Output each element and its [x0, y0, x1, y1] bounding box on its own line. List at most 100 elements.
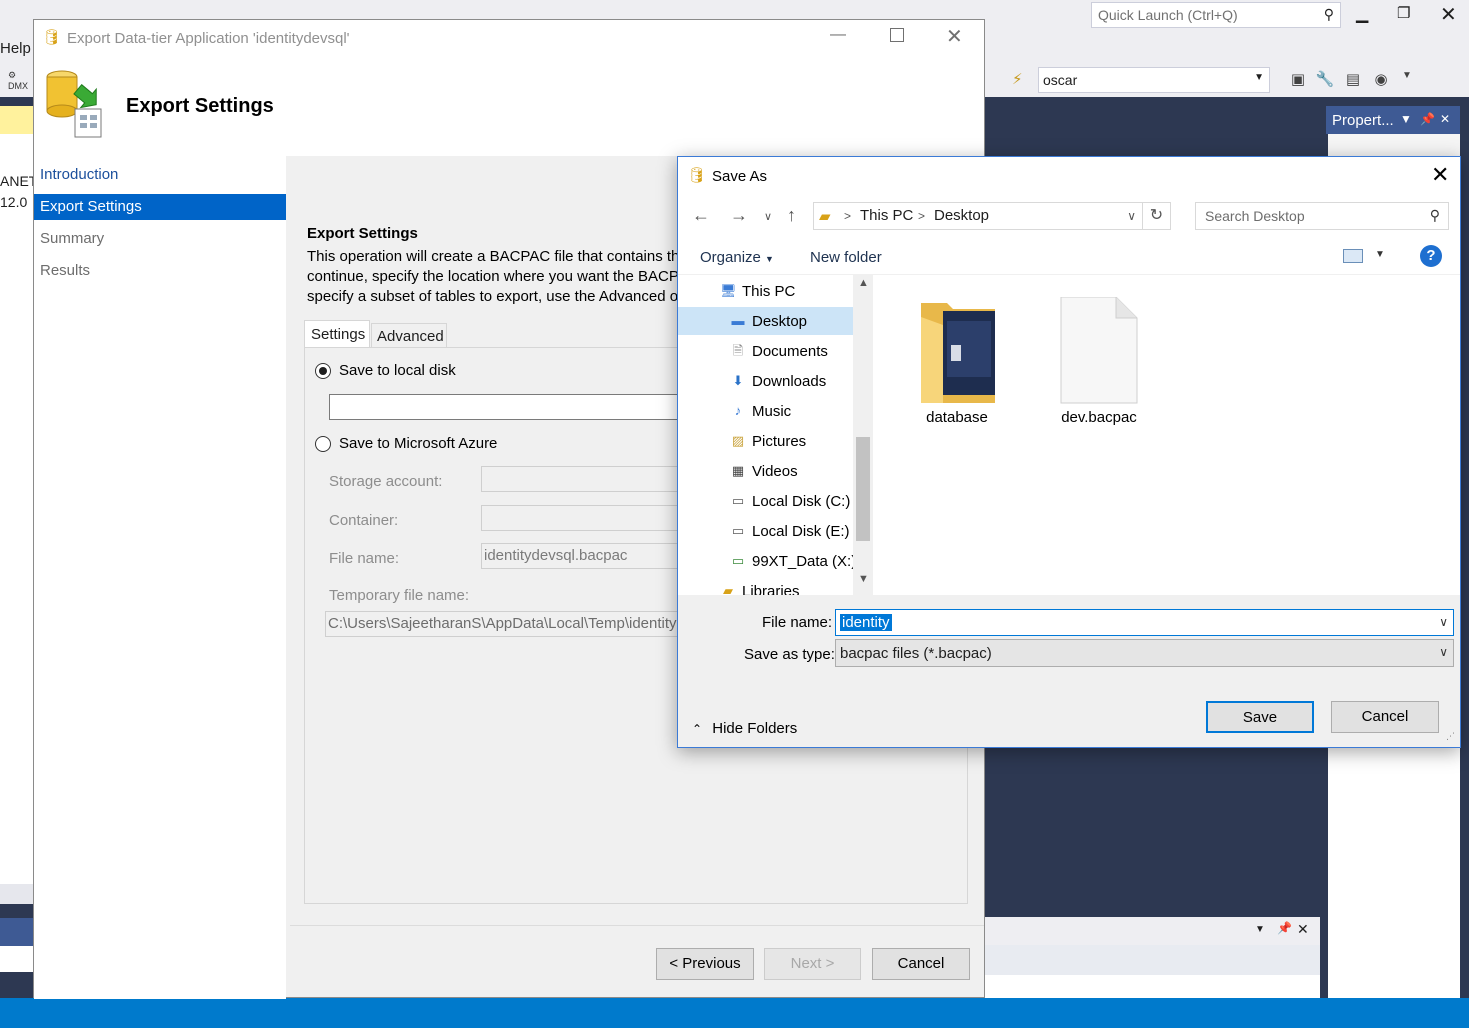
- help-icon[interactable]: ?: [1420, 245, 1442, 267]
- save-as-title-bar[interactable]: 🛢 Save As ✕: [678, 157, 1460, 197]
- scroll-up-icon[interactable]: ▲: [858, 277, 869, 289]
- search-placeholder: Search Desktop: [1205, 208, 1305, 224]
- file-item-dev-bacpac[interactable]: dev.bacpac: [1059, 296, 1139, 426]
- breadcrumb-this-pc[interactable]: This PC: [860, 207, 913, 224]
- wrench-icon[interactable]: 🔧: [1315, 70, 1335, 90]
- file-name-label: File name:: [762, 614, 833, 631]
- dmx-icon[interactable]: ⚙ DMX: [8, 70, 30, 91]
- libraries-icon: ▰: [723, 583, 733, 595]
- cancel-button[interactable]: Cancel: [872, 948, 970, 980]
- close-icon[interactable]: ✕: [1440, 112, 1450, 126]
- tab-settings[interactable]: Settings: [304, 320, 370, 348]
- tree-item[interactable]: ▭ Local Disk (E:): [678, 517, 853, 545]
- object-explorer-node[interactable]: ANET: [0, 173, 37, 189]
- chevron-down-icon[interactable]: ▼: [1375, 249, 1385, 260]
- chevron-down-icon[interactable]: ∨: [1127, 209, 1136, 223]
- tree-item[interactable]: ▭ Local Disk (C:): [678, 487, 853, 515]
- maximize-button[interactable]: [890, 28, 904, 42]
- wizard-title-bar[interactable]: 🛢 Export Data-tier Application 'identity…: [34, 20, 984, 55]
- save-local-radio[interactable]: [315, 363, 331, 379]
- downloads-icon: ⬇: [732, 373, 744, 388]
- wizard-header: Export Settings: [34, 55, 984, 156]
- new-folder-button[interactable]: New folder: [810, 249, 882, 266]
- navigation-scrollbar[interactable]: ▲ ▼: [853, 275, 873, 595]
- close-button[interactable]: ✕: [1440, 2, 1457, 27]
- properties-title-bar[interactable]: Propert... ▼ 📌 ✕: [1326, 106, 1460, 134]
- tree-item[interactable]: ▰ Libraries: [678, 577, 853, 595]
- tree-item[interactable]: ▬ Desktop: [678, 307, 853, 335]
- cancel-button[interactable]: Cancel: [1331, 701, 1439, 733]
- file-list: database dev.bacpac: [873, 275, 1460, 595]
- back-arrow-icon[interactable]: ←: [692, 205, 710, 226]
- minimize-button[interactable]: —: [830, 26, 846, 44]
- previous-button[interactable]: < Previous: [656, 948, 754, 980]
- file-name-label: File name:: [329, 550, 400, 567]
- resize-grip-icon[interactable]: ⋰: [1446, 731, 1455, 742]
- close-button[interactable]: ✕: [1431, 162, 1449, 188]
- quick-launch-input[interactable]: Quick Launch (Ctrl+Q) ⚲: [1091, 2, 1341, 28]
- save-form: File name: identity ∨ Save as type: bacp…: [678, 595, 1460, 747]
- breadcrumb-desktop[interactable]: Desktop: [934, 207, 989, 224]
- tab-advanced[interactable]: Advanced: [371, 323, 447, 347]
- chevron-right-icon: >: [918, 209, 926, 223]
- tree-item[interactable]: ♪ Music: [678, 397, 853, 425]
- database-icon: 🛢: [687, 167, 707, 184]
- toolbar-overflow-icon[interactable]: ▼: [1397, 70, 1417, 90]
- tree-item[interactable]: 🖥 This PC: [678, 277, 853, 305]
- nav-item-export-settings[interactable]: Export Settings: [34, 194, 286, 220]
- refresh-icon[interactable]: ↻: [1143, 202, 1171, 230]
- help-menu[interactable]: Help: [0, 40, 31, 57]
- description-line: This operation will create a BACPAC file…: [307, 248, 688, 265]
- tree-item[interactable]: ▨ Pictures: [678, 427, 853, 455]
- folder-item-database[interactable]: database: [917, 297, 997, 426]
- save-as-dialog: 🛢 Save As ✕ ← → ∨ ↑ ▰ > This PC > Deskto…: [677, 156, 1461, 748]
- object-explorer-node[interactable]: 12.0: [0, 194, 27, 210]
- scroll-thumb[interactable]: [856, 437, 870, 541]
- toolbox-icon[interactable]: ▤: [1343, 70, 1363, 90]
- nav-item-introduction[interactable]: Introduction: [34, 162, 286, 188]
- tree-item[interactable]: ▭ 99XT_Data (X:): [678, 547, 857, 575]
- close-icon[interactable]: ✕: [1297, 921, 1309, 938]
- temp-file-value: C:\Users\SajeetharanS\AppData\Local\Temp…: [328, 615, 677, 632]
- tree-item[interactable]: ⬇ Downloads: [678, 367, 853, 395]
- hide-folders-button[interactable]: ⌃ Hide Folders: [692, 720, 797, 737]
- tree-item[interactable]: ▦ Videos: [678, 457, 853, 485]
- web-browser-icon[interactable]: ◉: [1371, 70, 1391, 90]
- chevron-down-icon[interactable]: ∨: [1439, 615, 1448, 629]
- up-arrow-icon[interactable]: ↑: [787, 205, 796, 226]
- dropdown-icon[interactable]: ▼: [1255, 924, 1265, 935]
- organize-label: Organize: [700, 249, 761, 266]
- save-azure-radio[interactable]: [315, 436, 331, 452]
- pin-icon[interactable]: 📌: [1277, 921, 1292, 935]
- file-name-input[interactable]: identity ∨: [835, 609, 1454, 636]
- address-bar[interactable]: ▰ > This PC > Desktop ∨: [813, 202, 1143, 230]
- footer-divider: [290, 925, 984, 926]
- document-tab-strip: [0, 106, 33, 134]
- search-input[interactable]: Search Desktop ⚲: [1195, 202, 1449, 230]
- tree-item-label: 99XT_Data (X:): [752, 553, 857, 570]
- tree-item[interactable]: 🗎 Documents: [678, 337, 853, 365]
- address-bar-row: ← → ∨ ↑ ▰ > This PC > Desktop ∨ ↻ Search…: [678, 197, 1460, 235]
- restore-button[interactable]: ❐: [1397, 4, 1410, 22]
- dropdown-icon[interactable]: ▼: [1400, 112, 1412, 126]
- recent-locations-icon[interactable]: ∨: [764, 210, 772, 223]
- save-type-select[interactable]: bacpac files (*.bacpac) ∨: [835, 639, 1454, 667]
- solution-explorer-icon[interactable]: ▣: [1288, 70, 1308, 90]
- save-local-label[interactable]: Save to local disk: [339, 362, 456, 379]
- properties-toolbar: [1328, 134, 1460, 156]
- minimize-button[interactable]: ▁: [1356, 4, 1368, 24]
- pin-icon[interactable]: 📌: [1420, 112, 1435, 126]
- storage-account-label: Storage account:: [329, 473, 443, 490]
- close-button[interactable]: ✕: [946, 24, 963, 49]
- view-options-icon[interactable]: [1343, 249, 1363, 263]
- scroll-down-icon[interactable]: ▼: [858, 573, 869, 585]
- save-azure-label[interactable]: Save to Microsoft Azure: [339, 435, 497, 452]
- save-type-value: bacpac files (*.bacpac): [840, 645, 992, 662]
- next-button[interactable]: Next >: [764, 948, 861, 980]
- file-name-value: identitydevsql.bacpac: [484, 547, 628, 564]
- organize-button[interactable]: Organize ▼: [700, 249, 774, 266]
- forward-arrow-icon[interactable]: →: [730, 205, 748, 226]
- connection-icon[interactable]: ⚡: [1012, 70, 1032, 90]
- save-button[interactable]: Save: [1206, 701, 1314, 733]
- connection-combo[interactable]: oscar ▼: [1038, 67, 1270, 93]
